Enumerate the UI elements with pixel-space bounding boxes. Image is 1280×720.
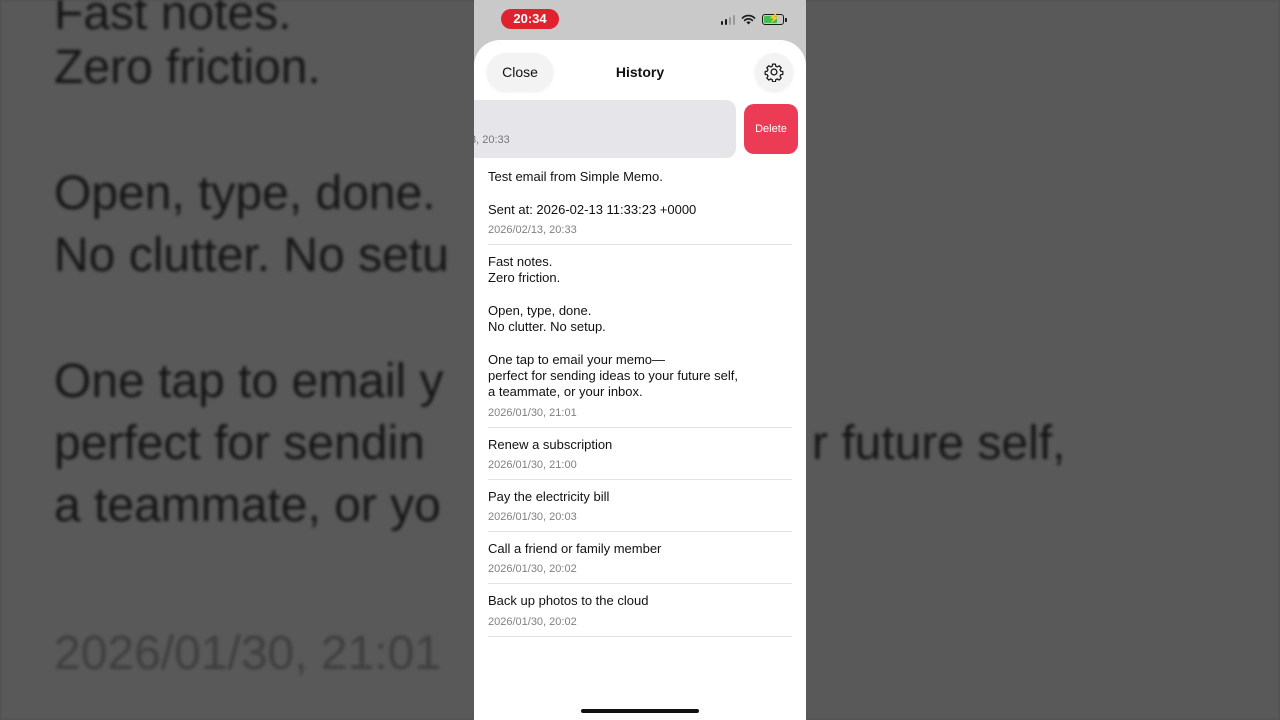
bg-text-line: a teammate, or yo bbox=[54, 479, 441, 532]
signal-icon bbox=[720, 14, 735, 25]
status-bar: 20:34 ⚡ bbox=[474, 0, 806, 40]
memo-list: Test email from Simple Memo. Sent at: 20… bbox=[488, 160, 792, 637]
memo-timestamp: 2026/01/30, 20:02 bbox=[488, 563, 577, 576]
gear-icon bbox=[764, 63, 784, 82]
memo-text: Renew a subscription bbox=[488, 436, 613, 452]
nav-bar: Close History bbox=[474, 40, 806, 100]
list-item[interactable]: Back up photos to the cloud 2026/01/30, … bbox=[488, 584, 792, 637]
memo-timestamp: 2026/01/30, 21:00 bbox=[488, 458, 577, 471]
list-item[interactable]: Call a friend or family member 2026/01/3… bbox=[488, 532, 792, 585]
list-item[interactable]: Fast notes. Zero friction. Open, type, d… bbox=[488, 245, 792, 428]
battery-charging-icon: ⚡ bbox=[762, 13, 787, 25]
status-time: 20:34 bbox=[501, 9, 559, 29]
swiped-memo-row[interactable]: 3, 20:33 bbox=[474, 100, 736, 158]
bg-text-line: No clutter. No setu bbox=[54, 229, 449, 282]
phone-screen: 20:34 ⚡ Close History , 20:33 Delete Tes… bbox=[474, 0, 806, 720]
bg-text-line: Fast notes. bbox=[54, 0, 292, 40]
bg-text-line: r future self, bbox=[812, 417, 1066, 470]
memo-text: Fast notes. Zero friction. Open, type, d… bbox=[488, 253, 739, 400]
bg-text-line: One tap to email y bbox=[54, 355, 444, 408]
bg-text-line: Zero friction. bbox=[54, 41, 321, 94]
memo-timestamp: 3, 20:33 bbox=[474, 134, 510, 146]
wifi-icon bbox=[741, 14, 756, 25]
delete-button[interactable]: Delete bbox=[744, 104, 798, 154]
list-item[interactable]: Test email from Simple Memo. Sent at: 20… bbox=[488, 160, 792, 245]
status-icons: ⚡ bbox=[720, 13, 787, 25]
bg-timestamp: 2026/01/30, 21:01 bbox=[54, 627, 442, 680]
memo-timestamp: 2026/01/30, 20:02 bbox=[488, 615, 577, 628]
memo-text: Back up photos to the cloud bbox=[488, 593, 649, 609]
list-item[interactable]: Renew a subscription 2026/01/30, 21:00 bbox=[488, 428, 792, 480]
memo-timestamp: 2026/02/13, 20:33 bbox=[488, 223, 577, 236]
home-indicator[interactable] bbox=[581, 709, 699, 713]
memo-text: Test email from Simple Memo. Sent at: 20… bbox=[488, 169, 697, 217]
history-sheet: Close History 3, 20:33 Delete Test email… bbox=[474, 40, 806, 720]
settings-button[interactable] bbox=[755, 53, 793, 91]
memo-timestamp: 2026/01/30, 20:03 bbox=[488, 511, 577, 524]
memo-text: Call a friend or family member bbox=[488, 541, 662, 557]
memo-text: Pay the electricity bill bbox=[488, 488, 610, 504]
list-item[interactable]: Pay the electricity bill 2026/01/30, 20:… bbox=[488, 480, 792, 533]
bg-text-line: perfect for sendin bbox=[54, 417, 425, 470]
memo-timestamp: 2026/01/30, 21:01 bbox=[488, 406, 577, 419]
bg-text-line: Open, type, done. bbox=[54, 167, 436, 220]
